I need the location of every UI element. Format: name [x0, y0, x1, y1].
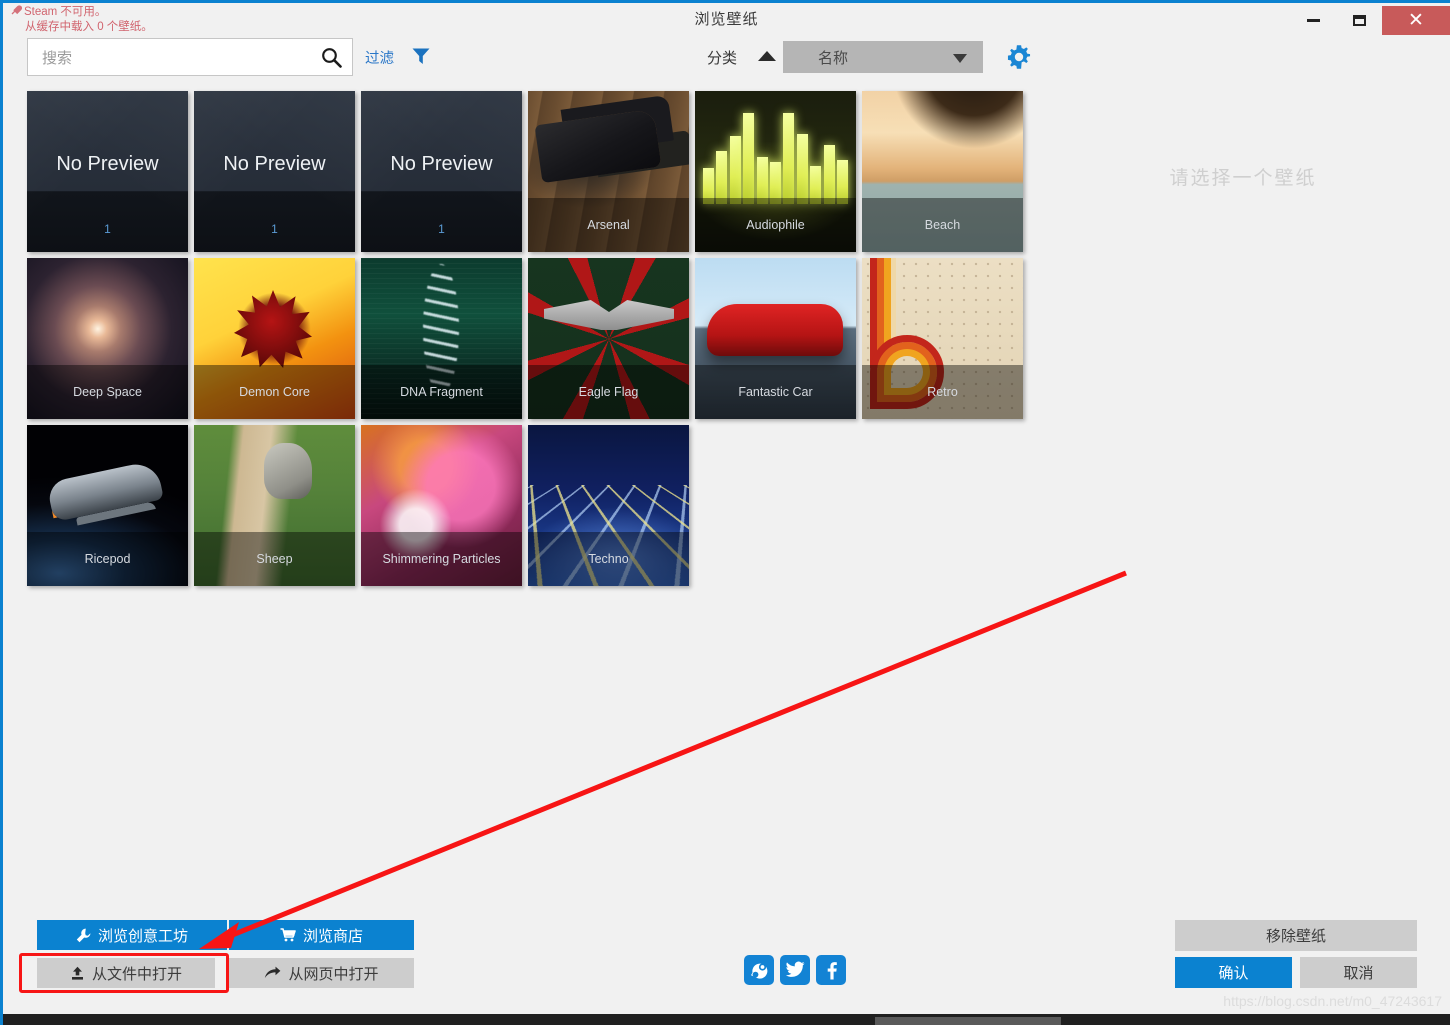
selection-placeholder-text: 请选择一个壁纸 [1169, 168, 1317, 189]
sort-label: 分类 [707, 50, 738, 67]
remove-wallpaper-button[interactable]: 移除壁纸 [1175, 920, 1417, 951]
wallpaper-tile-caption: Techno [528, 532, 689, 586]
wallpaper-tile-caption: Shimmering Particles [361, 532, 522, 586]
shopping-cart-icon [280, 928, 296, 942]
title-bar: 浏览壁纸 ✕ [3, 0, 1450, 35]
steam-status-text-1: Steam 不可用。 [24, 6, 107, 18]
wallpaper-tile[interactable]: Demon Core [194, 258, 355, 419]
wallpaper-tile[interactable]: Audiophile [695, 91, 856, 252]
open-from-web-button[interactable]: 从网页中打开 [229, 958, 414, 988]
wallpaper-tile[interactable]: Retro [862, 258, 1023, 419]
arrow-right-curve-icon [264, 966, 281, 980]
browse-workshop-label: 浏览创意工坊 [97, 927, 188, 945]
browse-wallpapers-window: 浏览壁纸 ✕ Steam 不可用。 从缓存中载入 0 个壁纸。 搜索 过滤 分类… [0, 0, 1450, 1025]
maximize-button[interactable] [1336, 6, 1382, 35]
wallpaper-tile-caption: Ricepod [27, 532, 188, 586]
wallpaper-tile[interactable]: DNA Fragment [361, 258, 522, 419]
wallpaper-tile[interactable]: Arsenal [528, 91, 689, 252]
wallpaper-tile-caption: Retro [862, 365, 1023, 419]
wallpaper-tile[interactable]: Ricepod [27, 425, 188, 586]
gear-icon[interactable] [1006, 44, 1032, 75]
no-preview-label: No Preview [56, 153, 159, 175]
chevron-down-icon [953, 54, 967, 63]
open-from-file-label: 从文件中打开 [91, 965, 182, 983]
confirm-label: 确认 [1218, 965, 1249, 982]
wallpaper-tile[interactable]: No Preview 1 [27, 91, 188, 252]
wallpaper-tile[interactable]: Eagle Flag [528, 258, 689, 419]
browse-store-label: 浏览商店 [302, 927, 363, 945]
filter-label[interactable]: 过滤 [365, 47, 394, 68]
watermark-text: https://blog.csdn.net/m0_47243617 [1223, 993, 1442, 1009]
sort-field-value: 名称 [818, 50, 849, 67]
taskbar [3, 1014, 1450, 1025]
wallpaper-tile[interactable]: Techno [528, 425, 689, 586]
wallpaper-tile[interactable]: Beach [862, 91, 1023, 252]
wrench-icon [76, 928, 91, 943]
remove-wallpaper-label: 移除壁纸 [1265, 928, 1326, 945]
open-from-file-button[interactable]: 从文件中打开 [37, 958, 215, 988]
wallpaper-tile-caption: DNA Fragment [361, 365, 522, 419]
cancel-label: 取消 [1343, 965, 1374, 982]
search-input[interactable] [40, 39, 314, 77]
plug-icon [11, 5, 23, 16]
minimize-button[interactable] [1290, 6, 1336, 35]
search-box[interactable] [27, 38, 353, 77]
wallpaper-tile-caption: Eagle Flag [528, 365, 689, 419]
wallpaper-tile[interactable]: Shimmering Particles [361, 425, 522, 586]
wallpaper-tile-caption: Deep Space [27, 365, 188, 419]
confirm-button[interactable]: 确认 [1175, 957, 1292, 988]
equalizer-bars [703, 109, 848, 204]
wallpaper-tile-caption: 1 [104, 222, 111, 236]
twitter-icon[interactable] [780, 955, 810, 985]
sort-direction-ascending-icon[interactable] [758, 51, 776, 61]
wallpaper-tile[interactable]: No Preview 1 [361, 91, 522, 252]
steam-status-text-2: 从缓存中载入 0 个壁纸。 [25, 21, 153, 33]
cancel-button[interactable]: 取消 [1300, 957, 1417, 988]
wallpaper-tile-caption: Beach [862, 198, 1023, 252]
wallpaper-tile[interactable]: No Preview 1 [194, 91, 355, 252]
wallpaper-tile[interactable]: Deep Space [27, 258, 188, 419]
no-preview-label: No Preview [223, 153, 326, 175]
close-icon: ✕ [1408, 9, 1424, 31]
open-from-web-label: 从网页中打开 [288, 965, 379, 983]
steam-status-line-1: Steam 不可用。 [11, 5, 153, 20]
window-controls: ✕ [1290, 6, 1450, 35]
filter-icon[interactable] [411, 46, 431, 71]
window-title: 浏览壁纸 [694, 11, 759, 28]
wallpaper-tile-caption: 1 [271, 222, 278, 236]
no-preview-label: No Preview [390, 153, 493, 175]
taskbar-active-item [875, 1017, 1061, 1025]
wallpaper-tile-caption: 1 [438, 222, 445, 236]
wallpaper-tile-caption: Arsenal [528, 198, 689, 252]
browse-store-button[interactable]: 浏览商店 [229, 920, 414, 950]
close-button[interactable]: ✕ [1382, 6, 1450, 35]
wallpaper-tile-caption: Demon Core [194, 365, 355, 419]
upload-icon [70, 966, 85, 981]
steam-status-message: Steam 不可用。 从缓存中载入 0 个壁纸。 [11, 5, 153, 35]
search-icon[interactable] [321, 47, 342, 73]
wallpaper-tile-caption: Audiophile [695, 198, 856, 252]
wallpaper-tile[interactable]: Sheep [194, 425, 355, 586]
social-links [744, 955, 846, 985]
steam-icon[interactable] [744, 955, 774, 985]
wallpaper-tile-caption: Fantastic Car [695, 365, 856, 419]
sort-field-select[interactable]: 名称 [783, 41, 983, 73]
facebook-icon[interactable] [816, 955, 846, 985]
wallpaper-tile-caption: Sheep [194, 532, 355, 586]
browse-workshop-button[interactable]: 浏览创意工坊 [37, 920, 227, 950]
minimize-icon [1306, 19, 1320, 22]
wallpaper-tile[interactable]: Fantastic Car [695, 258, 856, 419]
maximize-icon [1352, 15, 1366, 26]
